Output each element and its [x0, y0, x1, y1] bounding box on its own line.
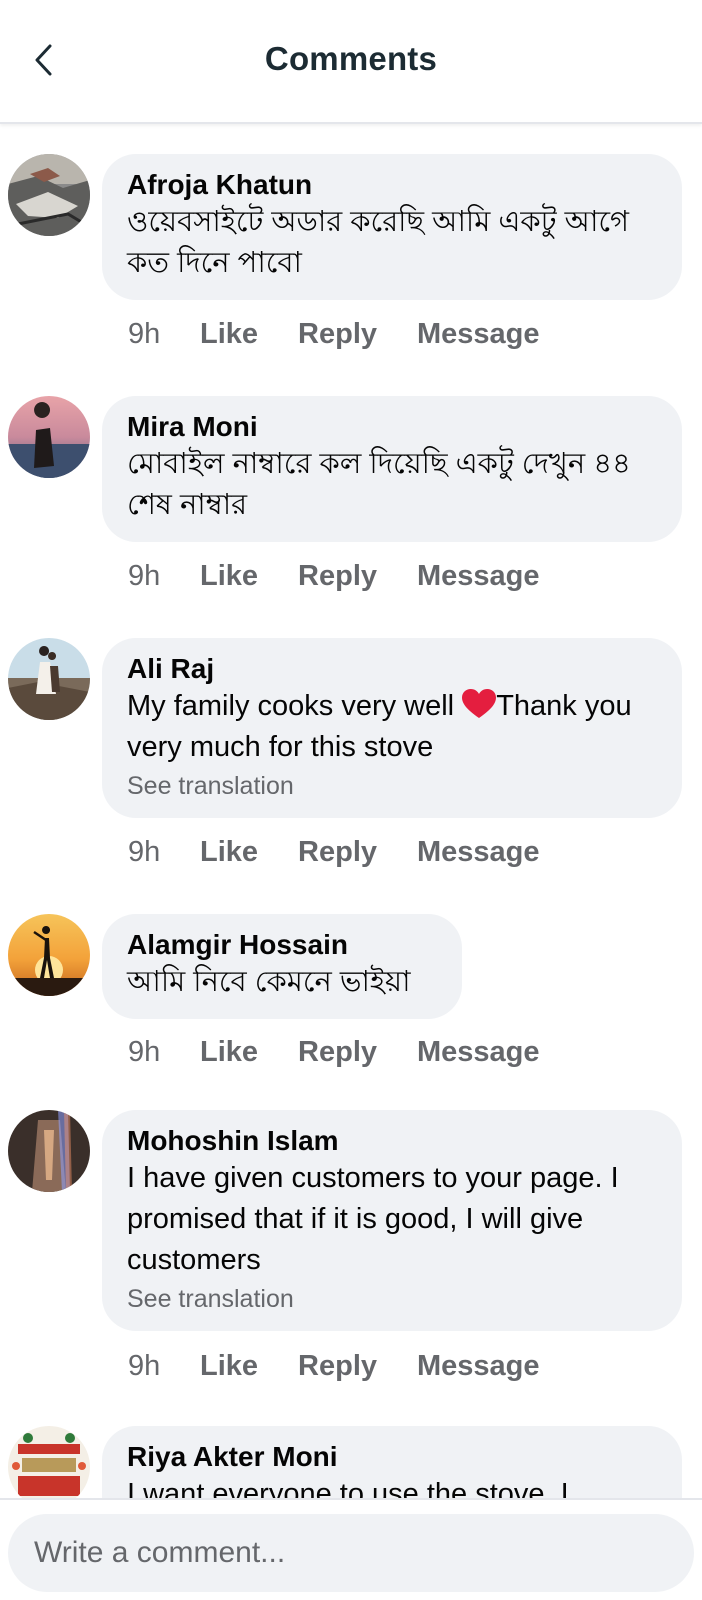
comment-bubble[interactable]: Afroja Khatun ওয়েবসাইটে অডার করেছি আমি … — [102, 154, 682, 300]
page-title: Comments — [264, 40, 438, 77]
comment-composer-bar — [0, 1498, 702, 1600]
reply-button[interactable]: Reply — [298, 316, 377, 352]
commenter-name[interactable]: Alamgir Hossain — [127, 928, 438, 962]
timestamp: 9h — [128, 318, 161, 350]
comment-actions: 9h Like Reply Message — [128, 558, 580, 594]
like-button[interactable]: Like — [200, 1034, 258, 1070]
avatar[interactable] — [8, 914, 90, 996]
message-button[interactable]: Message — [417, 558, 540, 594]
avatar[interactable] — [8, 1426, 90, 1500]
see-translation-link[interactable]: See translation — [127, 770, 658, 802]
comment-bubble[interactable]: Mohoshin Islam I have given customers to… — [102, 1110, 682, 1331]
message-button[interactable]: Message — [417, 1348, 540, 1384]
comment-input[interactable] — [8, 1514, 694, 1592]
message-button[interactable]: Message — [417, 1034, 540, 1070]
comment-text: মোবাইল নাম্বারে কল দিয়েছি একটু দেখুন ৪৪… — [127, 448, 631, 521]
comment-actions: 9h Like Reply Message — [128, 316, 580, 352]
avatar[interactable] — [8, 1110, 90, 1192]
comment-text: ওয়েবসাইটে অডার করেছি আমি একটু আগে কত দি… — [127, 206, 630, 279]
top-bar: Comments — [0, 0, 702, 124]
like-button[interactable]: Like — [200, 316, 258, 352]
avatar[interactable] — [8, 396, 90, 478]
commenter-name[interactable]: Afroja Khatun — [127, 168, 658, 202]
comment-text: My family cooks very well Thank you very… — [127, 686, 658, 768]
like-button[interactable]: Like — [200, 558, 258, 594]
message-button[interactable]: Message — [417, 834, 540, 870]
timestamp: 9h — [128, 836, 161, 868]
comment-text: আমি নিবে কেমনে ভাইয়া — [127, 966, 411, 998]
comments-list: Afroja Khatun ওয়েবসাইটে অডার করেছি আমি … — [0, 126, 702, 1500]
comment-bubble[interactable]: Ali Raj My family cooks very well Thank … — [102, 638, 682, 818]
timestamp: 9h — [128, 560, 161, 592]
avatar[interactable] — [8, 154, 90, 236]
comment-bubble[interactable]: Alamgir Hossain আমি নিবে কেমনে ভাইয়া — [102, 914, 462, 1019]
reply-button[interactable]: Reply — [298, 1034, 377, 1070]
reply-button[interactable]: Reply — [298, 834, 377, 870]
comment-bubble[interactable]: Mira Moni মোবাইল নাম্বারে কল দিয়েছি একট… — [102, 396, 682, 542]
avatar[interactable] — [8, 638, 90, 720]
commenter-name[interactable]: Riya Akter Moni — [127, 1440, 658, 1474]
comment-text-part: My family cooks very well — [127, 690, 455, 722]
timestamp: 9h — [128, 1036, 161, 1068]
like-button[interactable]: Like — [200, 1348, 258, 1384]
message-button[interactable]: Message — [417, 316, 540, 352]
comment-actions: 9h Like Reply Message — [128, 1348, 580, 1384]
red-heart-icon — [462, 689, 497, 718]
comment-text: I want everyone to use the stove. I — [127, 1478, 569, 1500]
comment-bubble[interactable]: Riya Akter Moni I want everyone to use t… — [102, 1426, 682, 1500]
commenter-name[interactable]: Mira Moni — [127, 410, 658, 444]
comment-actions: 9h Like Reply Message — [128, 834, 580, 870]
reply-button[interactable]: Reply — [298, 1348, 377, 1384]
comment-text: I have given customers to your page. I p… — [127, 1162, 619, 1276]
commenter-name[interactable]: Mohoshin Islam — [127, 1124, 658, 1158]
comment-actions: 9h Like Reply Message — [128, 1034, 580, 1070]
reply-button[interactable]: Reply — [298, 558, 377, 594]
like-button[interactable]: Like — [200, 834, 258, 870]
commenter-name[interactable]: Ali Raj — [127, 652, 658, 686]
see-translation-link[interactable]: See translation — [127, 1283, 658, 1315]
timestamp: 9h — [128, 1350, 161, 1382]
